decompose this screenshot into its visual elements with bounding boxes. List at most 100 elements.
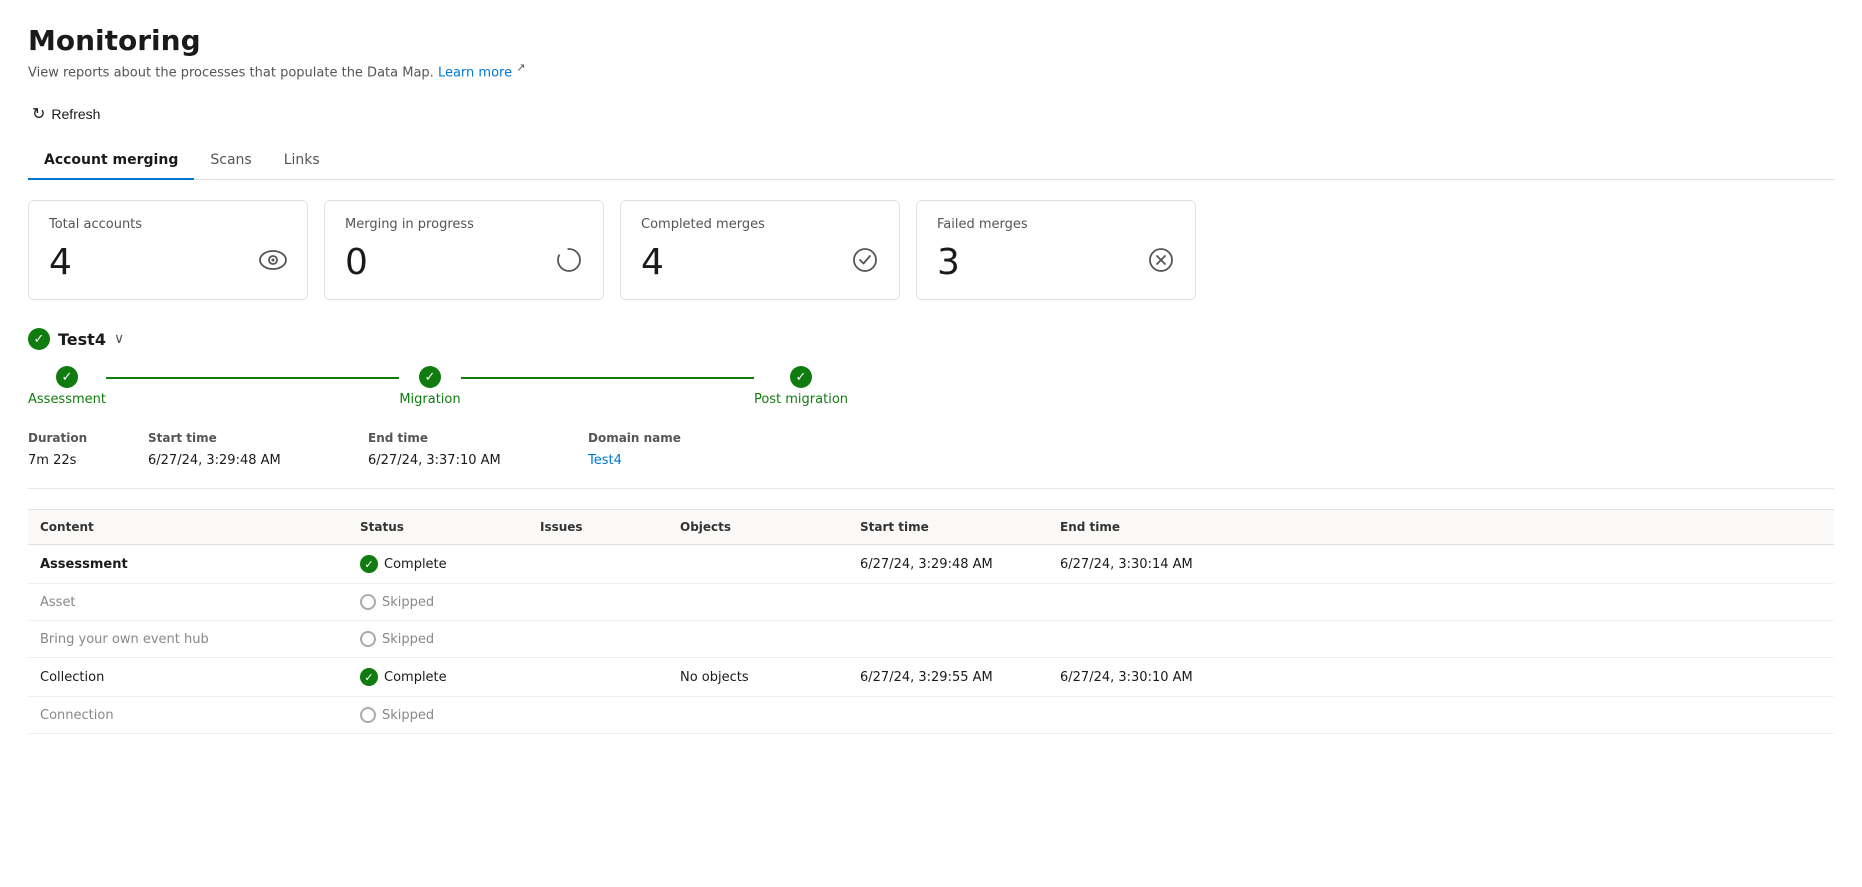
tab-account-merging[interactable]: Account merging	[28, 142, 194, 180]
eye-icon	[259, 249, 287, 277]
start-time-header: Start time	[148, 427, 368, 449]
stat-label-failed-merges: Failed merges	[937, 217, 1175, 232]
th-content: Content	[28, 510, 348, 544]
td-content-4: Connection	[28, 697, 348, 733]
end-time-value: 6/27/24, 3:37:10 AM	[368, 449, 588, 472]
stat-value-row-merging-in-progress: 0	[345, 242, 583, 283]
td-status-4: Skipped	[348, 697, 528, 733]
td-end-0: 6/27/24, 3:30:14 AM	[1048, 545, 1248, 583]
stat-card-failed-merges: Failed merges 3	[916, 200, 1196, 300]
table-row: Asset Skipped	[28, 584, 1834, 621]
td-objects-4	[668, 697, 848, 733]
td-content-3: Collection	[28, 658, 348, 696]
sync-icon	[555, 246, 583, 280]
duration-header: Duration	[28, 427, 148, 449]
td-start-4	[848, 697, 1048, 733]
migration-status-icon: ✓	[419, 366, 441, 388]
td-start-0: 6/27/24, 3:29:48 AM	[848, 545, 1048, 583]
th-objects: Objects	[668, 510, 848, 544]
tab-scans[interactable]: Scans	[194, 142, 267, 180]
progress-line-1	[106, 377, 399, 379]
domain-name-value[interactable]: Test4	[588, 449, 788, 472]
td-start-1	[848, 584, 1048, 620]
td-end-2	[1048, 621, 1248, 657]
end-time-header: End time	[368, 427, 588, 449]
th-start-time: Start time	[848, 510, 1048, 544]
details-grid: Duration Start time End time Domain name…	[28, 427, 1834, 489]
content-table: Content Status Issues Objects Start time…	[28, 509, 1834, 734]
assessment-label: Assessment	[28, 392, 106, 407]
th-end-time: End time	[1048, 510, 1248, 544]
td-status-2: Skipped	[348, 621, 528, 657]
td-issues-4	[528, 697, 668, 733]
td-objects-3: No objects	[668, 658, 848, 696]
complete-icon-0: ✓	[360, 555, 378, 573]
skipped-icon-4	[360, 707, 376, 723]
stat-value-failed-merges: 3	[937, 242, 960, 283]
assessment-status-icon: ✓	[56, 366, 78, 388]
refresh-label: Refresh	[51, 106, 100, 122]
stat-label-completed-merges: Completed merges	[641, 217, 879, 232]
td-end-3: 6/27/24, 3:30:10 AM	[1048, 658, 1248, 696]
td-end-4	[1048, 697, 1248, 733]
tabs-bar: Account merging Scans Links	[28, 142, 1834, 180]
td-content-2: Bring your own event hub	[28, 621, 348, 657]
duration-value: 7m 22s	[28, 449, 148, 472]
stat-card-total-accounts: Total accounts 4	[28, 200, 308, 300]
postmigration-status-icon: ✓	[790, 366, 812, 388]
progress-step-postmigration: ✓ Post migration	[754, 366, 848, 407]
refresh-icon: ↻	[32, 104, 45, 124]
refresh-button[interactable]: ↻ Refresh	[28, 98, 110, 130]
progress-track: ✓ Assessment ✓ Migration ✓ Post migratio…	[28, 366, 848, 407]
learn-more-link[interactable]: Learn more	[438, 65, 512, 80]
td-start-3: 6/27/24, 3:29:55 AM	[848, 658, 1048, 696]
td-end-1	[1048, 584, 1248, 620]
table-row: Connection Skipped	[28, 697, 1834, 734]
section-header: ✓ Test4 ∨	[28, 328, 1834, 350]
td-status-0: ✓ Complete	[348, 545, 528, 583]
toolbar: ↻ Refresh	[28, 98, 1834, 130]
td-content-0: Assessment	[28, 545, 348, 583]
table-row: Assessment ✓ Complete 6/27/24, 3:29:48 A…	[28, 545, 1834, 584]
table-row: Bring your own event hub Skipped	[28, 621, 1834, 658]
td-status-3: ✓ Complete	[348, 658, 528, 696]
td-objects-2	[668, 621, 848, 657]
section-status-icon: ✓	[28, 328, 50, 350]
stat-value-merging-in-progress: 0	[345, 242, 368, 283]
domain-name-header: Domain name	[588, 427, 788, 449]
stat-label-total-accounts: Total accounts	[49, 217, 287, 232]
td-issues-3	[528, 658, 668, 696]
x-circle-icon	[1147, 246, 1175, 280]
page-subtitle: View reports about the processes that po…	[28, 61, 1834, 80]
section-collapse-icon[interactable]: ∨	[114, 331, 124, 347]
table-header: Content Status Issues Objects Start time…	[28, 509, 1834, 545]
th-status: Status	[348, 510, 528, 544]
stat-value-row-failed-merges: 3	[937, 242, 1175, 283]
tab-links[interactable]: Links	[268, 142, 336, 180]
complete-icon-3: ✓	[360, 668, 378, 686]
stat-label-merging-in-progress: Merging in progress	[345, 217, 583, 232]
stat-value-row-completed-merges: 4	[641, 242, 879, 283]
table-row: Collection ✓ Complete No objects 6/27/24…	[28, 658, 1834, 697]
progress-line-2	[461, 377, 754, 379]
start-time-value: 6/27/24, 3:29:48 AM	[148, 449, 368, 472]
migration-label: Migration	[399, 392, 460, 407]
monitoring-page: Monitoring View reports about the proces…	[0, 0, 1862, 887]
td-issues-1	[528, 584, 668, 620]
stat-value-total-accounts: 4	[49, 242, 72, 283]
td-issues-2	[528, 621, 668, 657]
progress-step-assessment: ✓ Assessment	[28, 366, 106, 407]
stat-value-row-total-accounts: 4	[49, 242, 287, 283]
postmigration-label: Post migration	[754, 392, 848, 407]
stat-card-completed-merges: Completed merges 4	[620, 200, 900, 300]
stat-card-merging-in-progress: Merging in progress 0	[324, 200, 604, 300]
td-content-1: Asset	[28, 584, 348, 620]
page-title: Monitoring	[28, 24, 1834, 57]
td-status-1: Skipped	[348, 584, 528, 620]
skipped-icon-2	[360, 631, 376, 647]
progress-step-migration: ✓ Migration	[399, 366, 460, 407]
td-objects-1	[668, 584, 848, 620]
th-issues: Issues	[528, 510, 668, 544]
td-objects-0	[668, 545, 848, 583]
stats-row: Total accounts 4 Merging in progress 0	[28, 200, 1834, 300]
